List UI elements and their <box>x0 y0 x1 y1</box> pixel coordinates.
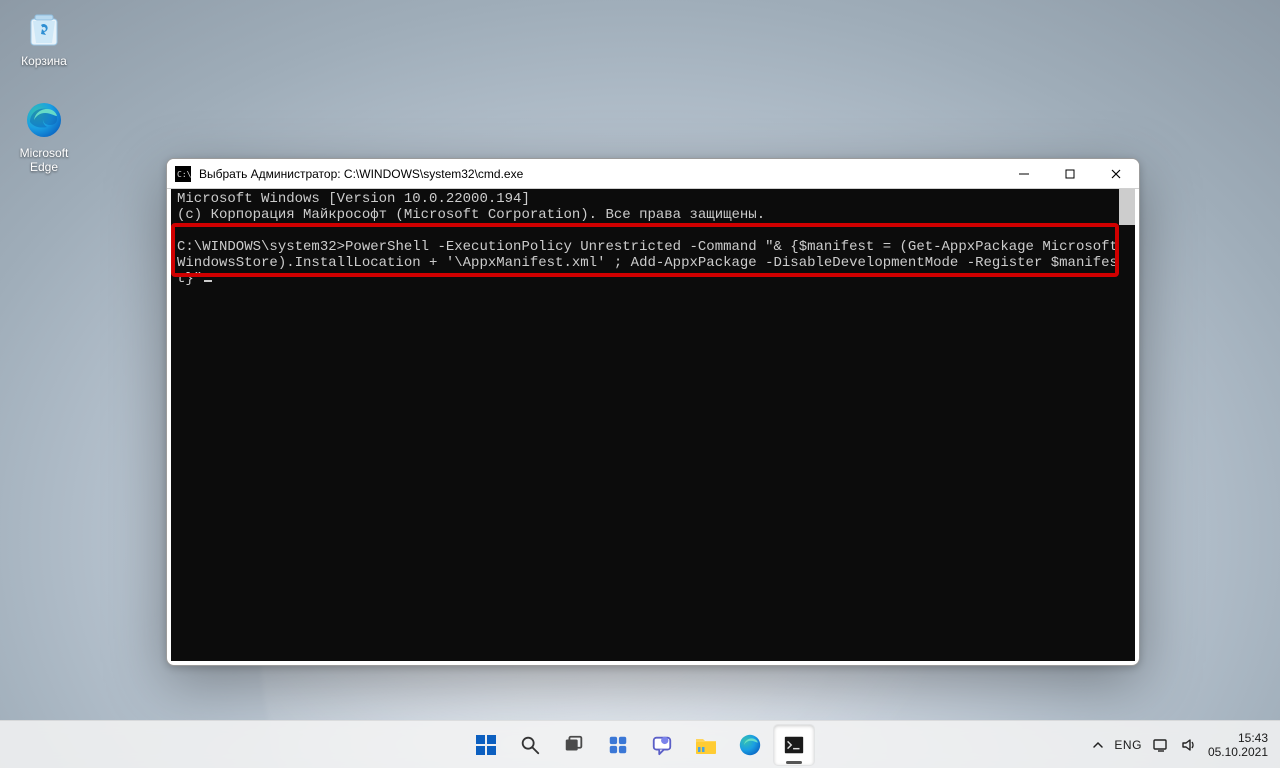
terminal-blank <box>173 223 1133 239</box>
clock[interactable]: 15:43 05.10.2021 <box>1208 731 1274 759</box>
recycle-bin-icon <box>22 6 66 50</box>
cmd-window: C:\ Выбрать Администратор: C:\WINDOWS\sy… <box>166 158 1140 666</box>
clock-date: 05.10.2021 <box>1208 745 1268 759</box>
scrollbar-thumb[interactable] <box>1119 189 1135 225</box>
terminal-area[interactable]: Microsoft Windows [Version 10.0.22000.19… <box>171 189 1135 661</box>
terminal-line: Microsoft Windows [Version 10.0.22000.19… <box>173 191 1133 207</box>
titlebar[interactable]: C:\ Выбрать Администратор: C:\WINDOWS\sy… <box>167 159 1139 189</box>
file-explorer-button[interactable] <box>686 725 726 765</box>
terminal-scrollbar[interactable] <box>1119 189 1135 661</box>
terminal-taskbar-button[interactable] <box>774 725 814 765</box>
start-button[interactable] <box>466 725 506 765</box>
desktop-icon-label: Microsoft Edge <box>6 146 82 174</box>
network-icon[interactable] <box>1152 736 1170 754</box>
desktop-icon-edge[interactable]: Microsoft Edge <box>6 98 82 174</box>
chat-button[interactable] <box>642 725 682 765</box>
minimize-button[interactable] <box>1001 159 1047 188</box>
tray-overflow-button[interactable] <box>1092 739 1104 751</box>
terminal-command-line: C:\WINDOWS\system32>PowerShell -Executio… <box>173 239 1133 287</box>
maximize-button[interactable] <box>1047 159 1093 188</box>
clock-time: 15:43 <box>1208 731 1268 745</box>
taskbar-center <box>466 725 814 765</box>
edge-icon <box>22 98 66 142</box>
svg-text:C:\: C:\ <box>177 170 191 179</box>
terminal-line: (c) Корпорация Майкрософт (Microsoft Cor… <box>173 207 1133 223</box>
terminal-cursor <box>204 280 212 282</box>
edge-taskbar-button[interactable] <box>730 725 770 765</box>
language-indicator[interactable]: ENG <box>1114 738 1142 752</box>
window-controls <box>1001 159 1139 188</box>
volume-icon[interactable] <box>1180 736 1198 754</box>
widgets-button[interactable] <box>598 725 638 765</box>
desktop-icon-label: Корзина <box>6 54 82 68</box>
close-button[interactable] <box>1093 159 1139 188</box>
terminal-prompt: C:\WINDOWS\system32> <box>177 239 345 255</box>
desktop-icon-recycle-bin[interactable]: Корзина <box>6 6 82 68</box>
cmd-icon: C:\ <box>175 166 191 182</box>
search-button[interactable] <box>510 725 550 765</box>
task-view-button[interactable] <box>554 725 594 765</box>
system-tray: ENG 15:43 05.10.2021 <box>1092 721 1274 768</box>
window-title: Выбрать Администратор: C:\WINDOWS\system… <box>199 167 523 181</box>
taskbar: ENG 15:43 05.10.2021 <box>0 720 1280 768</box>
